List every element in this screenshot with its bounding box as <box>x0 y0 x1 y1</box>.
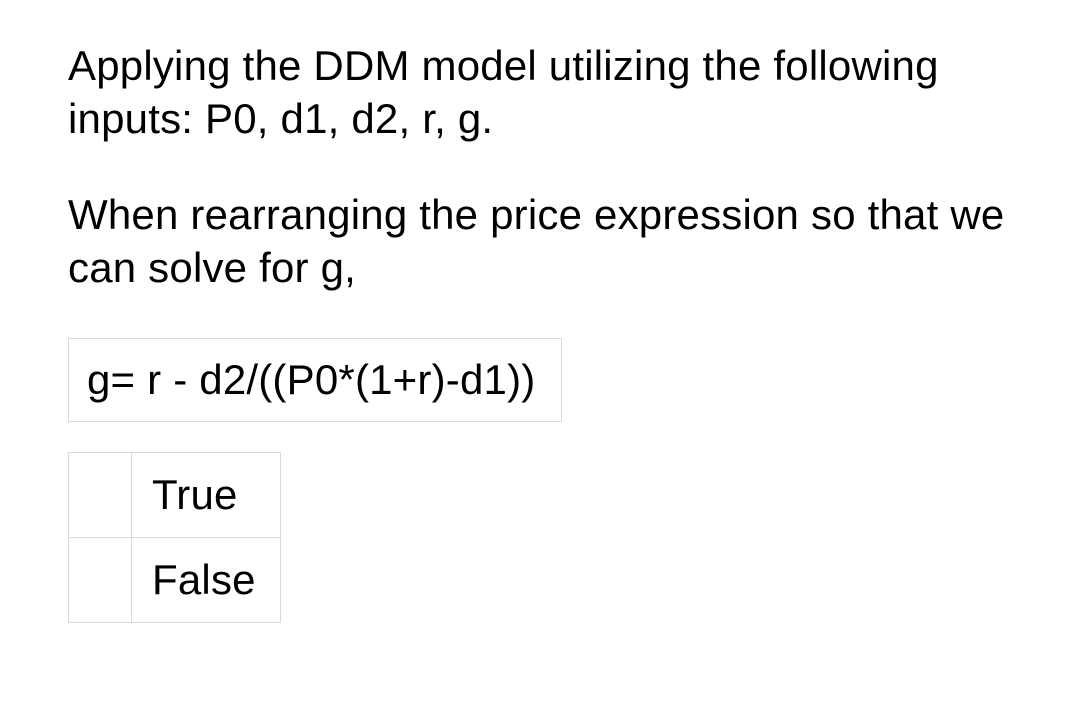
question-paragraph-2: When rearranging the price expression so… <box>68 189 1024 294</box>
option-row-false: False <box>69 538 281 623</box>
formula-text: g= r - d2/((P0*(1+r)-d1)) <box>87 356 535 403</box>
question-paragraph-1: Applying the DDM model utilizing the fol… <box>68 40 1024 145</box>
question-container: Applying the DDM model utilizing the fol… <box>0 0 1080 623</box>
option-false-label[interactable]: False <box>132 538 281 623</box>
option-row-true: True <box>69 453 281 538</box>
formula-box: g= r - d2/((P0*(1+r)-d1)) <box>68 338 562 422</box>
option-true-checkbox[interactable] <box>69 453 132 538</box>
option-true-label[interactable]: True <box>132 453 281 538</box>
option-false-checkbox[interactable] <box>69 538 132 623</box>
true-false-table: True False <box>68 452 281 623</box>
